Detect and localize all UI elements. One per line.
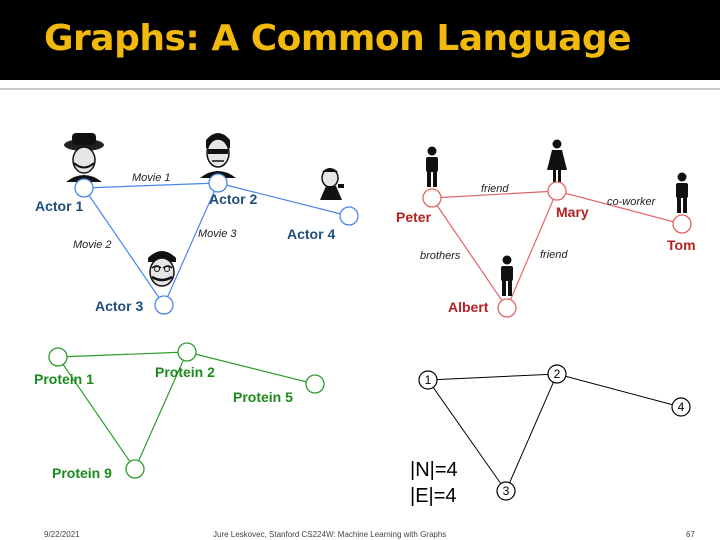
label-protein-9: Protein 9 <box>52 465 112 481</box>
footer-date: 9/22/2021 <box>44 530 80 539</box>
movie-graph: Actor 1 Actor 2 Actor 3 Actor 4 Movie 1 … <box>35 133 359 315</box>
label-node-4: 4 <box>678 400 685 414</box>
label-actor-4: Actor 4 <box>287 226 335 242</box>
label-movie-2: Movie 2 <box>73 239 112 251</box>
label-tom: Tom <box>667 237 696 253</box>
social-graph: Peter Mary Tom Albert friend co-worker b… <box>396 139 696 318</box>
footer-author: Jure Leskovec, Stanford CS224W: Machine … <box>213 530 447 539</box>
label-protein-1: Protein 1 <box>34 371 94 387</box>
label-albert: Albert <box>448 299 489 315</box>
label-actor-2: Actor 2 <box>209 191 257 207</box>
label-movie-1: Movie 1 <box>132 172 171 184</box>
edge-p1-p2 <box>57 351 188 358</box>
graphs-diagram: Actor 1 Actor 2 Actor 3 Actor 4 Movie 1 … <box>34 133 696 507</box>
actor3-portrait-icon <box>148 251 176 287</box>
node-protein-5 <box>305 374 325 394</box>
actor1-portrait-icon <box>64 133 104 182</box>
label-node-2: 2 <box>554 367 561 381</box>
label-edge-friend: friend <box>481 183 509 195</box>
label-node-1: 1 <box>425 373 432 387</box>
node-actor-2 <box>208 173 228 193</box>
person-female-icon <box>547 139 567 184</box>
label-protein-2: Protein 2 <box>155 364 215 380</box>
label-edge-friend-2: friend <box>540 249 568 261</box>
node-protein-2 <box>177 342 197 362</box>
label-movie-3: Movie 3 <box>198 228 237 240</box>
label-mary: Mary <box>556 204 589 220</box>
label-protein-5: Protein 5 <box>233 389 293 405</box>
edge-1-2 <box>427 373 558 381</box>
person-icon <box>426 146 438 187</box>
person-icon <box>501 255 513 296</box>
footer-page-number: 67 <box>686 530 695 539</box>
person-icon <box>676 172 688 213</box>
node-protein-9 <box>125 459 145 479</box>
node-albert <box>497 298 517 318</box>
node-actor-3 <box>154 295 174 315</box>
label-peter: Peter <box>396 209 432 225</box>
abstract-graph: 1 2 3 4 |N|=4 |E|=4 <box>410 364 691 507</box>
node-protein-1 <box>48 347 68 367</box>
label-actor-1: Actor 1 <box>35 198 83 214</box>
label-edge-coworker: co-worker <box>607 196 657 208</box>
protein-graph: Protein 1 Protein 2 Protein 5 Protein 9 <box>34 342 325 481</box>
node-actor-4 <box>339 206 359 226</box>
node-tom <box>672 214 692 234</box>
node-peter <box>422 188 442 208</box>
actor2-portrait-icon <box>200 133 236 178</box>
edge-2-3 <box>505 373 558 492</box>
node-actor-1 <box>74 178 94 198</box>
label-actor-3: Actor 3 <box>95 298 143 314</box>
label-edge-brothers: brothers <box>420 250 461 262</box>
label-node-3: 3 <box>503 484 510 498</box>
node-mary <box>547 181 567 201</box>
node-count: |N|=4 <box>410 459 458 481</box>
actor4-portrait-icon <box>320 168 344 200</box>
edge-count: |E|=4 <box>410 485 457 507</box>
edge-2-4 <box>556 373 682 408</box>
